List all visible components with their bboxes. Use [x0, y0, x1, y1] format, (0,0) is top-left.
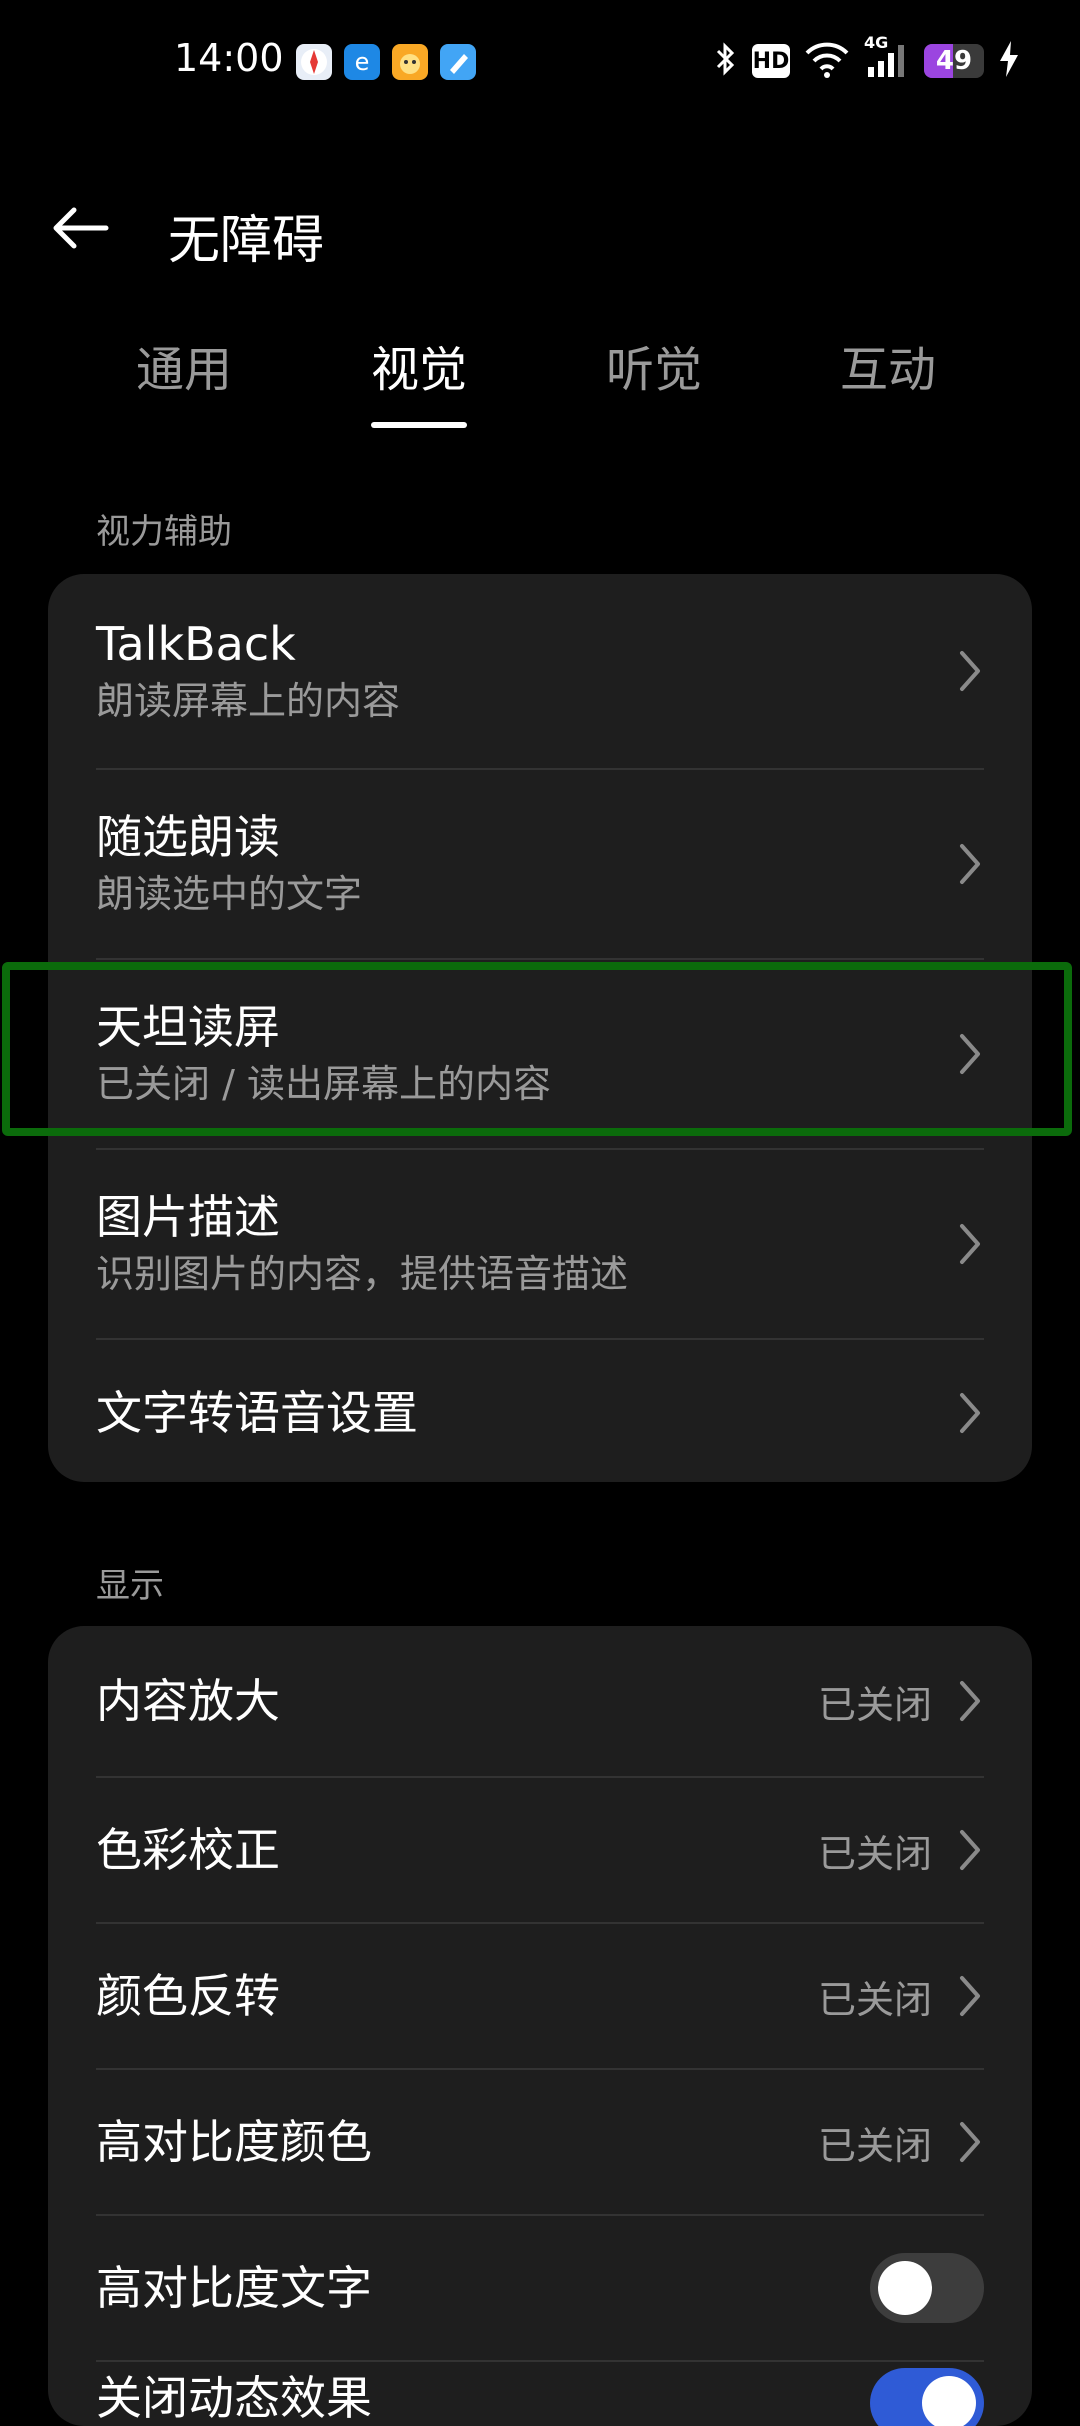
- chevron-right-icon: [956, 840, 984, 888]
- settings-item-remove-animations: 关闭动态效果: [96, 2362, 984, 2426]
- toggle-knob: [922, 2376, 976, 2426]
- settings-item-high-contrast-color[interactable]: 高对比度颜色 已关闭: [96, 2070, 984, 2216]
- chevron-right-icon: [956, 647, 984, 695]
- item-title: 高对比度文字: [96, 2261, 372, 2315]
- chevron-right-icon: [956, 1389, 984, 1437]
- chevron-right-icon: [956, 1972, 984, 2020]
- chevron-right-icon: [956, 1220, 984, 1268]
- tab-vision[interactable]: 视觉: [319, 330, 519, 400]
- remove-animations-toggle[interactable]: [870, 2368, 984, 2426]
- item-status-value: 已关闭: [817, 2123, 932, 2168]
- item-title: 关闭动态效果: [96, 2371, 372, 2425]
- item-subtitle: 已关闭 / 读出屏幕上的内容: [96, 1062, 551, 1106]
- settings-item-magnification[interactable]: 内容放大 已关闭: [96, 1626, 984, 1778]
- hd-badge: HD: [752, 44, 790, 78]
- app-header: 无障碍: [0, 170, 1080, 290]
- item-title: 高对比度颜色: [96, 2115, 372, 2169]
- settings-item-tts-settings[interactable]: 文字转语音设置: [96, 1340, 984, 1482]
- settings-item-high-contrast-text: 高对比度文字: [96, 2216, 984, 2362]
- display-card: 内容放大 已关闭 色彩校正 已关闭 颜色反转 已关闭 高对比度颜色 已关闭 高对…: [48, 1626, 1032, 2426]
- item-title: 色彩校正: [96, 1823, 280, 1877]
- svg-text:e: e: [355, 48, 370, 76]
- settings-item-select-to-speak[interactable]: 随选朗读 朗读选中的文字: [96, 770, 984, 960]
- page-title: 无障碍: [168, 211, 325, 271]
- chevron-right-icon: [956, 1826, 984, 1874]
- item-status-value: 已关闭: [817, 1682, 932, 1727]
- section-label-display: 显示: [96, 1566, 164, 1606]
- item-title: 天坦读屏: [96, 1000, 280, 1054]
- wifi-icon: [804, 39, 850, 83]
- battery-level-text: 49: [935, 46, 973, 76]
- status-time: 14:00: [174, 36, 284, 80]
- item-title: 颜色反转: [96, 1969, 280, 2023]
- chevron-right-icon: [956, 1677, 984, 1725]
- arrow-left-icon: [50, 206, 110, 254]
- tab-bar: 通用 视觉 听觉 互动: [0, 330, 1080, 430]
- item-title: 随选朗读: [96, 810, 280, 864]
- tab-hearing[interactable]: 听觉: [554, 330, 754, 400]
- settings-item-screen-reader[interactable]: 天坦读屏 已关闭 / 读出屏幕上的内容: [96, 960, 984, 1150]
- item-status-value: 已关闭: [817, 1977, 932, 2022]
- item-subtitle: 识别图片的内容，提供语音描述: [96, 1252, 629, 1296]
- status-bar: 14:00 e HD 4G 49: [0, 0, 1080, 120]
- network-type-label: 4G: [864, 33, 889, 52]
- vision-card: TalkBack 朗读屏幕上的内容 随选朗读 朗读选中的文字 天坦读屏 已关闭 …: [48, 574, 1032, 1482]
- back-button[interactable]: [40, 198, 120, 262]
- status-icons: HD 4G 49: [714, 33, 1020, 84]
- item-title: 内容放大: [96, 1674, 280, 1728]
- chevron-right-icon: [956, 1030, 984, 1078]
- item-subtitle: 朗读选中的文字: [96, 872, 363, 916]
- game-app-icon: [392, 44, 428, 80]
- item-status-value: 已关闭: [817, 1831, 932, 1876]
- item-title: 文字转语音设置: [96, 1386, 418, 1440]
- item-title: 图片描述: [96, 1190, 280, 1244]
- settings-item-color-correction[interactable]: 色彩校正 已关闭: [96, 1778, 984, 1924]
- tab-interaction[interactable]: 互动: [788, 330, 988, 400]
- bluetooth-icon: [714, 39, 738, 83]
- high-contrast-text-toggle[interactable]: [870, 2253, 984, 2323]
- active-tab-indicator: [371, 422, 467, 428]
- section-label-vision: 视力辅助: [96, 512, 232, 552]
- notes-app-icon: [440, 44, 476, 80]
- compass-app-icon: [296, 44, 332, 80]
- cellular-signal-icon: 4G: [864, 33, 910, 83]
- charging-icon: [998, 39, 1020, 83]
- item-subtitle: 朗读屏幕上的内容: [96, 679, 401, 723]
- settings-item-image-description[interactable]: 图片描述 识别图片的内容，提供语音描述: [96, 1150, 984, 1340]
- toggle-knob: [878, 2261, 932, 2315]
- item-title: TalkBack: [96, 617, 296, 671]
- tab-general[interactable]: 通用: [84, 330, 284, 400]
- chevron-right-icon: [956, 2118, 984, 2166]
- browser-app-icon: e: [344, 44, 380, 80]
- battery-indicator: 49: [924, 44, 984, 78]
- settings-item-color-inversion[interactable]: 颜色反转 已关闭: [96, 1924, 984, 2070]
- settings-item-talkback[interactable]: TalkBack 朗读屏幕上的内容: [96, 574, 984, 770]
